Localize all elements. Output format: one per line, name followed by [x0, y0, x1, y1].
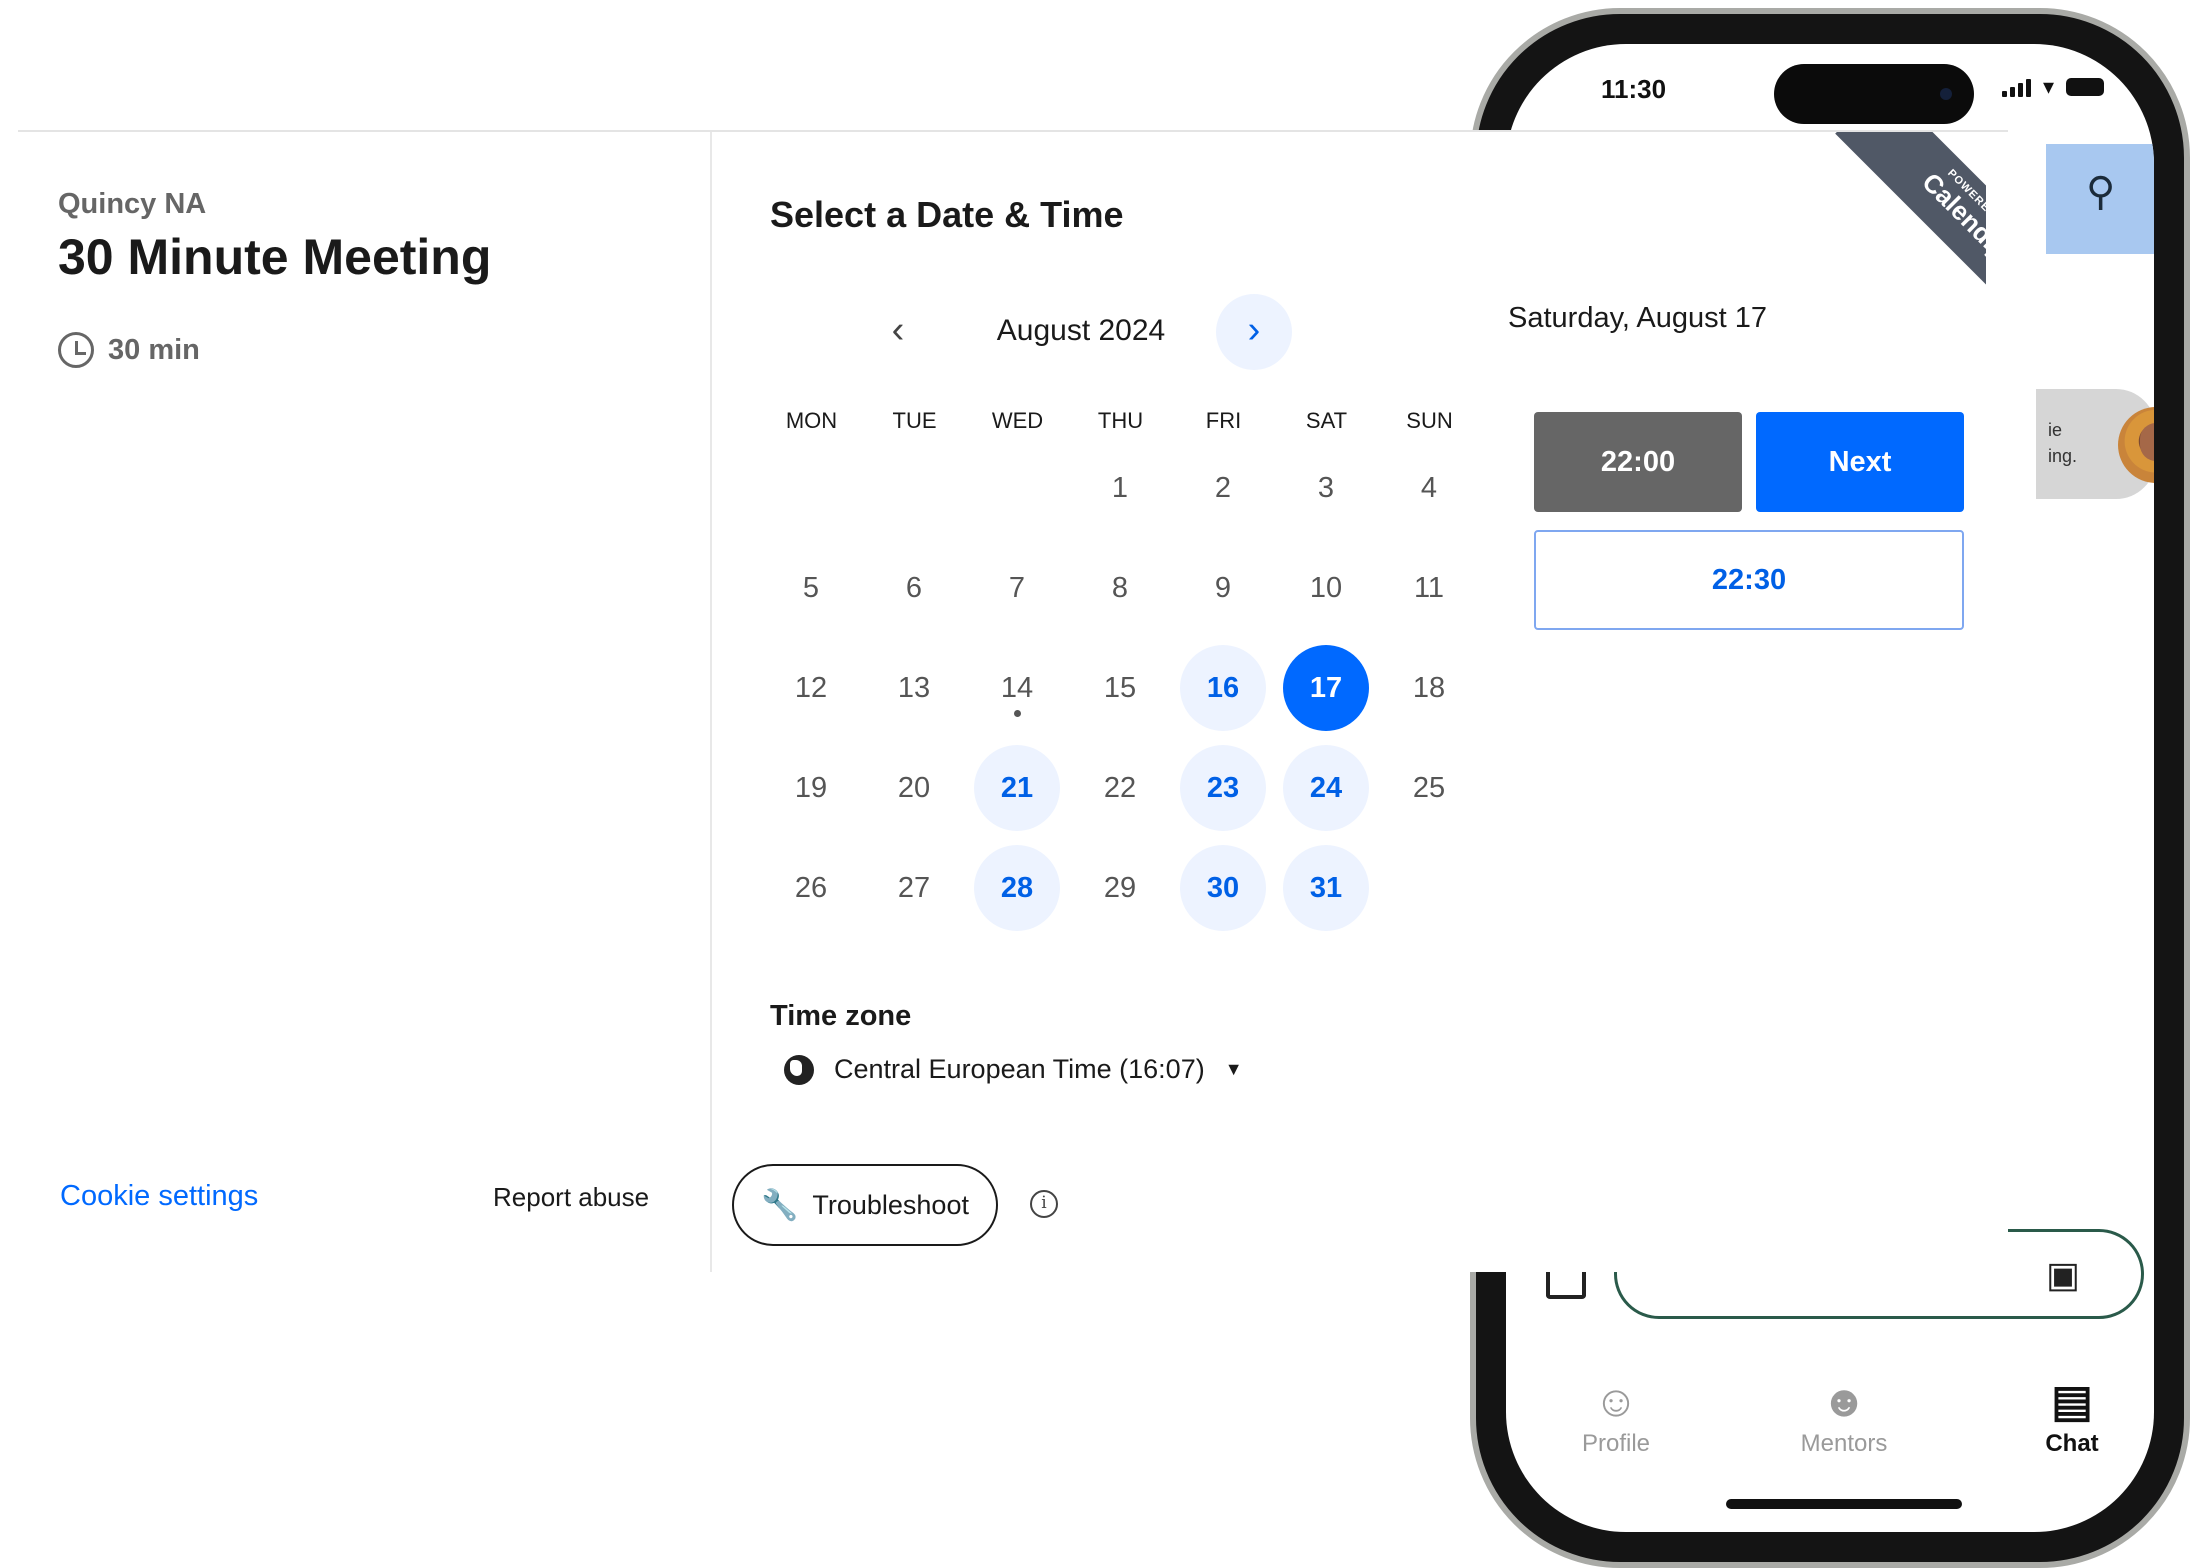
chat-icon: ▤: [2051, 1377, 2093, 1426]
event-details-panel: Quincy NA 30 Minute Meeting 30 min Cooki…: [18, 132, 712, 1272]
bubble-line-2: ing.: [2048, 446, 2078, 466]
duration: 30 min: [58, 332, 200, 368]
month-nav: ‹ August 2024 ›: [860, 294, 1292, 370]
calendar-day-available[interactable]: 31: [1283, 845, 1369, 931]
troubleshoot-button[interactable]: 🔧 Troubleshoot: [732, 1164, 998, 1246]
calendar-day: 3: [1317, 472, 1335, 504]
weekday-label: TUE: [892, 408, 937, 433]
status-time: 11:30: [1601, 74, 1667, 104]
calendar-day-available[interactable]: 28: [974, 845, 1060, 931]
calendar-day: 8: [1111, 572, 1129, 604]
more-vert-icon[interactable]: ⋮: [2146, 169, 2154, 215]
host-name: Quincy NA: [58, 188, 207, 220]
camera-dot: [1940, 88, 1952, 100]
month-label: August 2024: [996, 314, 1166, 347]
calendar-day: 10: [1309, 572, 1343, 604]
nav-chat-label: Chat: [2045, 1430, 2099, 1457]
calendar-day: 5: [802, 572, 820, 604]
clock-icon: [58, 332, 94, 368]
calendar-day: 9: [1214, 572, 1232, 604]
time-slot-button[interactable]: 22:30: [1534, 530, 1964, 630]
calendar-day: 6: [905, 572, 923, 604]
calendar-day-available[interactable]: 30: [1180, 845, 1266, 931]
weekday-label: THU: [1097, 408, 1144, 433]
nav-profile[interactable]: ☺ Profile: [1546, 1374, 1686, 1458]
weekday-label: WED: [991, 408, 1044, 433]
calendar-day: 13: [897, 672, 931, 704]
wifi-icon: ▾: [2042, 74, 2054, 99]
wrench-icon: 🔧: [761, 1188, 799, 1222]
event-name: 30 Minute Meeting: [58, 229, 492, 285]
calendar-day: 12: [794, 672, 828, 704]
calendar-day: 1: [1111, 472, 1129, 504]
info-icon[interactable]: i: [1030, 1190, 1058, 1218]
calendar-day: 22: [1103, 772, 1137, 804]
booking-widget: Quincy NA 30 Minute Meeting 30 min Cooki…: [18, 130, 2008, 1272]
bottom-nav: ☺ Profile ☻ Mentors ▤ Chat: [1506, 1374, 2154, 1484]
weekday-label: MON: [785, 408, 838, 433]
weekday-label: FRI: [1205, 408, 1242, 433]
next-button[interactable]: Next: [1756, 412, 1964, 512]
chevron-right-icon: ›: [1247, 309, 1261, 351]
profile-icon: ☺: [1593, 1377, 1639, 1426]
calendar-day: 26: [794, 872, 828, 904]
calendar-day: 20: [897, 772, 931, 804]
globe-icon: [784, 1054, 814, 1085]
today-indicator: [1014, 710, 1021, 717]
weekday-label: SAT: [1305, 408, 1348, 433]
bubble-line-1: ie: [2048, 420, 2063, 440]
timezone-value: Central European Time (16:07): [834, 1054, 1205, 1084]
calendar-day: 7: [1008, 572, 1026, 604]
nav-chat[interactable]: ▤ Chat: [2002, 1374, 2142, 1458]
calendar-day: 25: [1412, 772, 1446, 804]
calendar-day: 15: [1103, 672, 1137, 704]
calendar-day-available[interactable]: 24: [1283, 745, 1369, 831]
calendar-day: 11: [1413, 572, 1445, 604]
calendar-day: 19: [794, 772, 828, 804]
report-abuse-link[interactable]: Report abuse: [493, 1182, 649, 1213]
dynamic-island: [1774, 64, 1974, 124]
status-icons: ▾: [2001, 74, 2104, 100]
ribbon-band: POWERED BY Calendly: [1835, 132, 1986, 302]
weekday-header: MON TUE WED THU FRI SAT SUN: [760, 408, 1480, 438]
chevron-left-icon: ‹: [891, 309, 905, 351]
calendar-day: 14: [1000, 672, 1034, 704]
calendar-day-available[interactable]: 21: [974, 745, 1060, 831]
next-month-button[interactable]: ›: [1216, 294, 1292, 370]
home-indicator: [1726, 1499, 1962, 1509]
calendar-day: 18: [1412, 672, 1446, 704]
selected-date-heading: Saturday, August 17: [1508, 302, 1768, 334]
calendar-day-selected[interactable]: 17: [1283, 645, 1369, 731]
calendar-day: 2: [1214, 472, 1232, 504]
date-time-panel: Select a Date & Time ‹ August 2024 › MON…: [712, 132, 2008, 1272]
prev-month-button[interactable]: ‹: [860, 294, 936, 370]
calendar-day: 4: [1420, 472, 1438, 504]
nav-profile-label: Profile: [1581, 1430, 1651, 1457]
timezone-select[interactable]: Central European Time (16:07) ▼: [784, 1054, 1243, 1085]
calendar-day-available[interactable]: 16: [1180, 645, 1266, 731]
powered-by-ribbon[interactable]: POWERED BY Calendly: [1826, 132, 1986, 302]
panel-title: Select a Date & Time: [770, 194, 1124, 235]
duration-label: 30 min: [108, 333, 200, 366]
cookie-settings-link[interactable]: Cookie settings: [60, 1180, 258, 1213]
selected-slot-button[interactable]: 22:00: [1534, 412, 1742, 512]
troubleshoot-label: Troubleshoot: [812, 1189, 969, 1220]
timezone-label: Time zone: [770, 1000, 912, 1032]
mentors-icon: ☻: [1820, 1377, 1868, 1426]
app-bar: ⚲ ⋮: [2046, 144, 2154, 254]
signal-icon: [2001, 77, 2031, 97]
battery-icon: [2066, 78, 2104, 96]
caret-down-icon: ▼: [1224, 1059, 1243, 1079]
weekday-label: SUN: [1406, 408, 1453, 433]
nav-mentors-label: Mentors: [1800, 1430, 1888, 1457]
camera-icon[interactable]: ▣: [2046, 1254, 2080, 1296]
search-icon[interactable]: ⚲: [2086, 169, 2115, 215]
ribbon-brand: Calendly: [1916, 166, 1986, 265]
calendar-day-available[interactable]: 23: [1180, 745, 1266, 831]
calendar-day: 29: [1103, 872, 1137, 904]
calendar-day: 27: [897, 872, 931, 904]
nav-mentors[interactable]: ☻ Mentors: [1774, 1374, 1914, 1458]
